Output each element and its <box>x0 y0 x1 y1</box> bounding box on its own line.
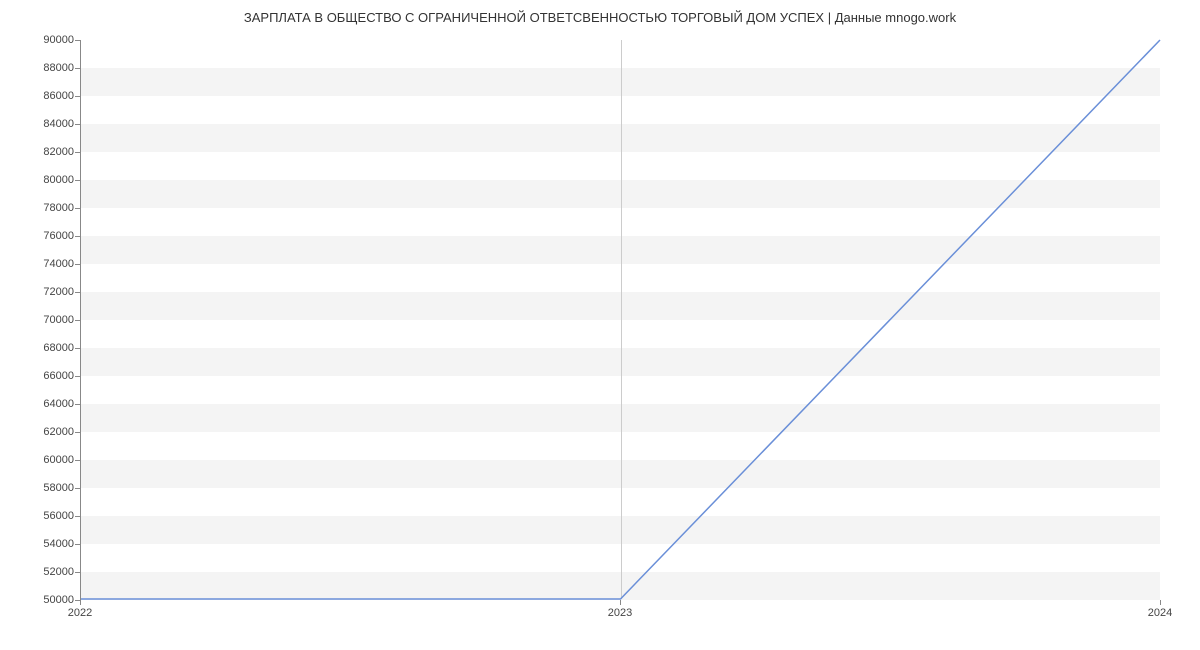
x-tick-label: 2022 <box>68 607 92 619</box>
y-tick-label: 70000 <box>43 314 74 326</box>
y-tick-mark <box>75 124 80 125</box>
x-tick-mark <box>620 600 621 605</box>
y-tick-label: 86000 <box>43 90 74 102</box>
chart-title: ЗАРПЛАТА В ОБЩЕСТВО С ОГРАНИЧЕННОЙ ОТВЕТ… <box>0 10 1200 25</box>
y-tick-label: 60000 <box>43 454 74 466</box>
y-tick-label: 80000 <box>43 174 74 186</box>
y-tick-label: 50000 <box>43 594 74 606</box>
x-tick-label: 2023 <box>608 607 632 619</box>
y-tick-mark <box>75 404 80 405</box>
y-tick-label: 76000 <box>43 230 74 242</box>
y-tick-mark <box>75 40 80 41</box>
y-tick-mark <box>75 460 80 461</box>
y-tick-mark <box>75 432 80 433</box>
y-tick-label: 72000 <box>43 286 74 298</box>
y-tick-mark <box>75 488 80 489</box>
y-tick-mark <box>75 180 80 181</box>
plot-area <box>80 40 1160 600</box>
y-tick-label: 82000 <box>43 146 74 158</box>
y-tick-mark <box>75 152 80 153</box>
x-tick-label: 2024 <box>1148 607 1172 619</box>
y-tick-label: 74000 <box>43 258 74 270</box>
y-tick-label: 62000 <box>43 426 74 438</box>
y-tick-mark <box>75 96 80 97</box>
y-tick-mark <box>75 68 80 69</box>
y-tick-mark <box>75 320 80 321</box>
y-tick-mark <box>75 376 80 377</box>
y-tick-mark <box>75 516 80 517</box>
y-tick-label: 78000 <box>43 202 74 214</box>
y-tick-label: 68000 <box>43 342 74 354</box>
y-tick-mark <box>75 348 80 349</box>
y-tick-label: 58000 <box>43 482 74 494</box>
y-tick-label: 56000 <box>43 510 74 522</box>
y-tick-mark <box>75 264 80 265</box>
y-tick-mark <box>75 208 80 209</box>
x-tick-mark <box>1160 600 1161 605</box>
y-tick-label: 54000 <box>43 538 74 550</box>
chart-line <box>81 40 1160 599</box>
x-tick-mark <box>80 600 81 605</box>
y-tick-label: 66000 <box>43 370 74 382</box>
y-tick-mark <box>75 236 80 237</box>
y-tick-mark <box>75 292 80 293</box>
y-tick-label: 88000 <box>43 62 74 74</box>
y-tick-label: 52000 <box>43 566 74 578</box>
y-tick-label: 64000 <box>43 398 74 410</box>
y-tick-label: 84000 <box>43 118 74 130</box>
y-tick-label: 90000 <box>43 34 74 46</box>
y-tick-mark <box>75 572 80 573</box>
y-tick-mark <box>75 544 80 545</box>
